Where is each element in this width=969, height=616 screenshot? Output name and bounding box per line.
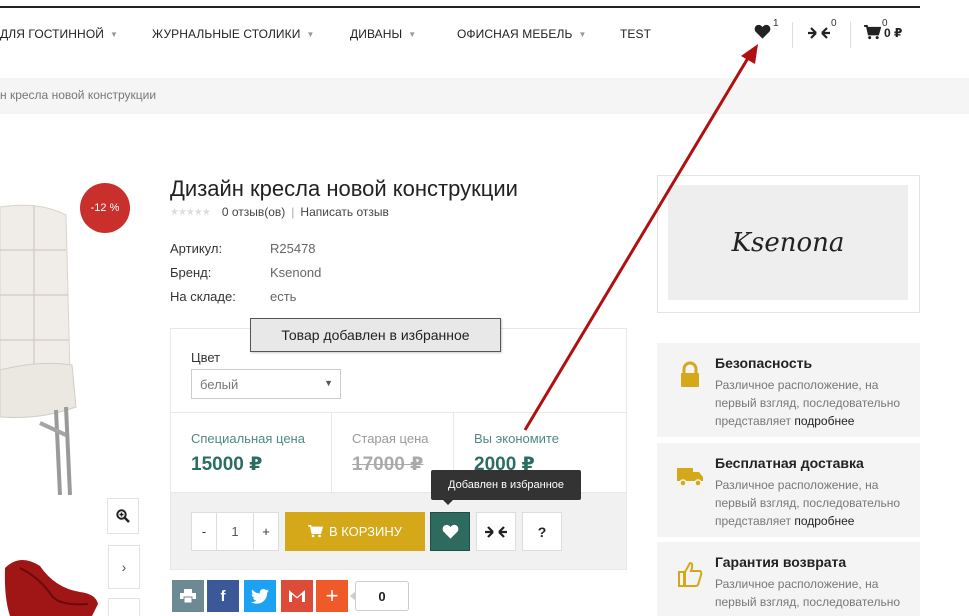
- brand-logo: Ksenona: [731, 227, 845, 258]
- add-to-wishlist-button[interactable]: [430, 512, 470, 551]
- spec-value-brand[interactable]: Ksenond: [270, 265, 321, 280]
- color-select[interactable]: белый ▼: [191, 369, 341, 399]
- zoom-in-icon: [116, 509, 130, 523]
- special-price-label: Специальная цена: [191, 431, 305, 446]
- divider: [850, 22, 851, 48]
- rating-row: ★★★★★ 0 отзыв(ов) | Написать отзыв: [170, 205, 389, 219]
- more-link[interactable]: подробнее: [794, 514, 854, 528]
- rating-stars-icon: ★★★★★: [170, 206, 211, 218]
- twitter-icon: [251, 588, 269, 604]
- chevron-right-icon: ›: [121, 559, 127, 575]
- gmail-share-button[interactable]: [281, 580, 313, 612]
- thumbs-up-icon: [678, 561, 703, 587]
- caret-down-icon: ▼: [109, 30, 119, 39]
- share-count: 0: [350, 581, 409, 611]
- divider: [331, 412, 332, 493]
- breadcrumb: н кресла новой конструкции: [0, 78, 969, 114]
- caret-down-icon: ▼: [306, 30, 315, 39]
- facebook-share-button[interactable]: f: [207, 580, 239, 612]
- main-nav: для гостинной ▼ Журнальные столики ▼ Диван…: [0, 8, 969, 60]
- discount-badge: -12 %: [80, 183, 130, 233]
- thumbnail-next-button[interactable]: ›: [108, 545, 140, 589]
- dropdown-arrow-icon: ▼: [324, 378, 333, 388]
- ask-question-button[interactable]: ?: [522, 512, 562, 551]
- truck-icon: [677, 468, 703, 487]
- reviews-link[interactable]: 0 отзыв(ов): [222, 205, 285, 219]
- feature-delivery: Бесплатная доставка Различное расположен…: [657, 443, 920, 537]
- feature-title: Бесплатная доставка: [715, 455, 864, 471]
- spec-value-sku: R25478: [270, 241, 316, 256]
- feature-text: Различное расположение, на первый взгляд…: [715, 577, 901, 609]
- cart-total[interactable]: 0 ₽: [884, 26, 902, 40]
- nav-item-sofas[interactable]: Диваны ▼: [350, 27, 416, 41]
- spec-label-brand: Бренд:: [170, 265, 212, 280]
- nav-item-coffee-tables[interactable]: Журнальные столики ▼: [152, 27, 315, 41]
- write-review-link[interactable]: Написать отзыв: [300, 205, 388, 219]
- heart-icon: [442, 524, 458, 539]
- feature-guarantee: Гарантия возврата Различное расположение…: [657, 542, 920, 616]
- facebook-icon: f: [220, 587, 226, 605]
- plus-icon: +: [325, 583, 339, 608]
- feature-title: Безопасность: [715, 355, 813, 371]
- spec-value-stock: есть: [270, 289, 297, 304]
- more-share-button[interactable]: +: [316, 580, 348, 612]
- savings-label: Вы экономите: [474, 431, 559, 446]
- gmail-icon: [289, 590, 305, 602]
- color-option-label: Цвет: [191, 350, 221, 365]
- twitter-share-button[interactable]: [244, 580, 276, 612]
- brand-logo-area[interactable]: Ksenona: [668, 185, 908, 300]
- feature-text: Различное расположение, на первый взгляд…: [715, 478, 901, 528]
- lock-icon: [681, 361, 699, 387]
- qty-decrease-button[interactable]: -: [191, 512, 217, 551]
- add-to-cart-label: В корзину: [328, 524, 403, 539]
- add-to-cart-button[interactable]: В корзину: [285, 512, 425, 551]
- divider: [792, 22, 793, 48]
- wishlist-tooltip: Добавлен в избранное: [431, 470, 581, 505]
- wishlist-count: 1: [773, 18, 779, 29]
- compare-count: 0: [831, 18, 837, 29]
- old-price-value: 17000 ₽: [352, 454, 424, 475]
- special-price-value: 15000 ₽: [191, 454, 263, 475]
- zoom-button[interactable]: [107, 498, 139, 534]
- thumbnail-prev-button[interactable]: [108, 598, 140, 616]
- divider: |: [291, 205, 295, 219]
- product-image[interactable]: [0, 195, 78, 495]
- wishlist-notification: Товар добавлен в избранное: [250, 318, 501, 352]
- nav-item-living-room[interactable]: для гостинной ▼: [0, 27, 118, 41]
- spec-label-stock: На складе:: [170, 289, 236, 304]
- print-icon: [180, 589, 196, 603]
- feature-security: Безопасность Различное расположение, на …: [657, 343, 920, 437]
- cart-icon: [308, 525, 323, 538]
- feature-title: Гарантия возврата: [715, 554, 847, 570]
- product-thumbnail[interactable]: [0, 548, 100, 616]
- old-price-label: Старая цена: [352, 431, 429, 446]
- nav-item-test[interactable]: TEST: [620, 27, 651, 41]
- print-share-button[interactable]: [172, 580, 204, 612]
- add-to-compare-button[interactable]: [476, 512, 516, 551]
- cart-icon[interactable]: [864, 25, 882, 45]
- more-link[interactable]: подробнее: [794, 414, 854, 428]
- spec-label-sku: Артикул:: [170, 241, 223, 256]
- color-select-value: белый: [200, 377, 239, 392]
- compare-icon[interactable]: [808, 25, 830, 46]
- compare-icon: [485, 525, 507, 538]
- nav-item-office-furniture[interactable]: Офисная мебель ▼: [457, 27, 586, 41]
- caret-down-icon: ▼: [408, 30, 417, 39]
- caret-down-icon: ▼: [578, 30, 587, 39]
- breadcrumb-current: н кресла новой конструкции: [0, 88, 157, 102]
- wishlist-heart-icon[interactable]: [754, 24, 771, 44]
- feature-text: Различное расположение, на первый взгляд…: [715, 378, 901, 428]
- product-title: Дизайн кресла новой конструкции: [170, 176, 518, 201]
- qty-increase-button[interactable]: +: [253, 512, 279, 551]
- quantity-input[interactable]: 1: [217, 512, 253, 551]
